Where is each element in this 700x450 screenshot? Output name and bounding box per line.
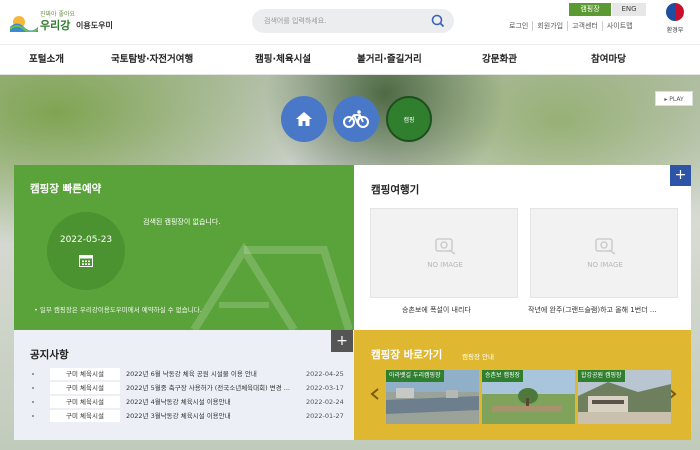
notice-row-title[interactable]: 2022년 3월낙동강 체육시설 이용안내 [126,410,304,422]
camping-travel-title: 캠핑여행기 [371,184,420,196]
notice-row-title[interactable]: 2022년 4월낙동강 체육시설 이용안내 [126,396,304,408]
no-campsite-message: 검색된 캠핑장이 없습니다. [143,218,221,226]
date-picker[interactable]: 2022-05-23 [47,212,125,290]
camping-travel-panel: 캠핑여행기 NO IMAGE 승촌보에 폭설이 내리다 NO IMAGE 작년에… [354,165,691,330]
notice-more-button[interactable]: + [331,330,353,352]
nav-river-culture[interactable]: 강문화관 [482,45,517,75]
notice-row-title[interactable]: 2022년 6월 낙동강 체육 공원 시설물 이용 안내 [126,368,304,380]
sitemap-link[interactable]: 사이트맵 [601,21,637,31]
home-shortcut[interactable] [281,96,327,142]
campsite-shortcut-title: 캠핑장 바로가기 [371,349,443,361]
utility-links: 로그인 회원가입 고객센터 사이트맵 [505,21,655,31]
play-label: PLAY [669,96,684,103]
image-placeholder-icon [435,238,456,255]
camping-shortcut[interactable]: 캠핑 [386,96,432,142]
nav-national-tour[interactable]: 국토탐방·자전거여행 [111,45,193,75]
campsite-name: 승촌보 캠핑장 [482,370,524,382]
notice-row[interactable]: 구미 체육시설 2022년 6월 낙동강 체육 공원 시설물 이용 안내 202… [30,368,345,381]
notice-row-title[interactable]: 2022년 5월중 축구장 사용허가 (전국소년체육대회) 변경 ... [126,382,304,394]
ministry-logo[interactable]: 환경부 [658,3,692,39]
nav-participation[interactable]: 참여마당 [591,45,626,75]
notice-title: 공지사항 [30,349,69,361]
login-link[interactable]: 로그인 [505,21,532,31]
taegeuk-icon [666,3,684,21]
travel-post-title-1[interactable]: 승촌보에 폭설이 내리다 [402,305,522,315]
travel-post-image-1[interactable]: NO IMAGE [370,208,518,298]
nav-attractions[interactable]: 볼거리·즐길거리 [357,45,422,75]
campsite-thumbnail[interactable]: 합강공원 캠핑장 [578,370,671,424]
calendar-icon[interactable] [79,254,93,267]
ministry-name: 환경부 [666,27,684,34]
nav-camping-sports[interactable]: 캠핑·체육시설 [255,45,311,75]
bullet-icon [32,387,34,389]
notice-category: 구미 체육시설 [50,396,120,408]
logo-brand: 우리강 [40,19,71,32]
campsite-name: 합강공원 캠핑장 [578,370,625,382]
search-bar [252,9,454,33]
lang-camping-button[interactable]: 캠핑장 [569,3,611,16]
bullet-icon [32,401,34,403]
lang-english-button[interactable]: ENG [612,3,646,16]
campsite-thumbnail[interactable]: 아라뱃길 두리캠핑장 [386,370,479,424]
nav-portal-intro[interactable]: 포털소개 [29,45,64,75]
notice-row[interactable]: 구미 체육시설 2022년 5월중 축구장 사용허가 (전국소년체육대회) 변경… [30,382,345,395]
reservation-note: • 일부 캠핑장은 우리강이용도우미에서 예약하실 수 없습니다. [34,306,202,314]
notice-date: 2022-04-25 [306,370,344,378]
campsite-thumbnail[interactable]: 승촌보 캠핑장 [482,370,575,424]
selected-date: 2022-05-23 [59,235,113,245]
notice-category: 구미 체육시설 [50,368,120,380]
tent-decoration [190,242,353,330]
travel-more-button[interactable]: + [670,165,691,186]
main-navigation: 포털소개 국토탐방·자전거여행 캠핑·체육시설 볼거리·즐길거리 강문화관 참여… [0,44,700,75]
bicycle-shortcut[interactable] [333,96,379,142]
logo-subtitle: 이용도우미 [76,21,113,30]
travel-post-image-2[interactable]: NO IMAGE [530,208,678,298]
notice-date: 2022-02-24 [306,398,344,406]
chevron-left-icon[interactable] [370,388,380,400]
notice-date: 2022-03-17 [306,384,344,392]
no-image-text: NO IMAGE [427,261,463,269]
quick-reservation-panel: 캠핑장 빠른예약 2022-05-23 검색된 캠핑장이 없습니다. • 일부 … [14,165,354,330]
notice-panel: 공지사항 구미 체육시설 2022년 6월 낙동강 체육 공원 시설물 이용 안… [14,330,354,440]
notice-category: 구미 체육시설 [50,410,120,422]
campsite-shortcut-subtitle: 캠핑장 안내 [462,353,494,361]
notice-category: 구미 체육시설 [50,382,120,394]
search-input[interactable] [264,13,424,29]
logo-wave-icon [10,16,38,32]
camping-shortcut-label: 캠핑 [403,116,415,124]
quick-reservation-title: 캠핑장 빠른예약 [30,183,102,195]
notice-row[interactable]: 구미 체육시설 2022년 3월낙동강 체육시설 이용안내 2022-01-27 [30,410,345,423]
travel-post-title-2[interactable]: 작년에 완주(그랜드슬램)하고 올해 1번더 ... [528,305,688,315]
bullet-icon [32,415,34,417]
play-button[interactable]: ▸ PLAY [655,91,693,106]
bullet-icon [32,373,34,375]
notice-row[interactable]: 구미 체육시설 2022년 4월낙동강 체육시설 이용안내 2022-02-24 [30,396,345,409]
bicycle-icon [343,110,369,128]
no-image-text: NO IMAGE [587,261,623,269]
site-logo[interactable]: 진짜아 좋아요 우리강 이용도우미 [10,8,120,36]
search-icon[interactable] [430,13,446,29]
signup-link[interactable]: 회원가입 [532,21,567,31]
home-icon [296,112,312,126]
customer-center-link[interactable]: 고객센터 [567,21,602,31]
notice-date: 2022-01-27 [306,412,344,420]
campsite-name: 아라뱃길 두리캠핑장 [386,370,444,382]
image-placeholder-icon [595,238,616,255]
site-header: 진짜아 좋아요 우리강 이용도우미 캠핑장 ENG 로그인 회원가입 고객센터 … [0,0,700,44]
